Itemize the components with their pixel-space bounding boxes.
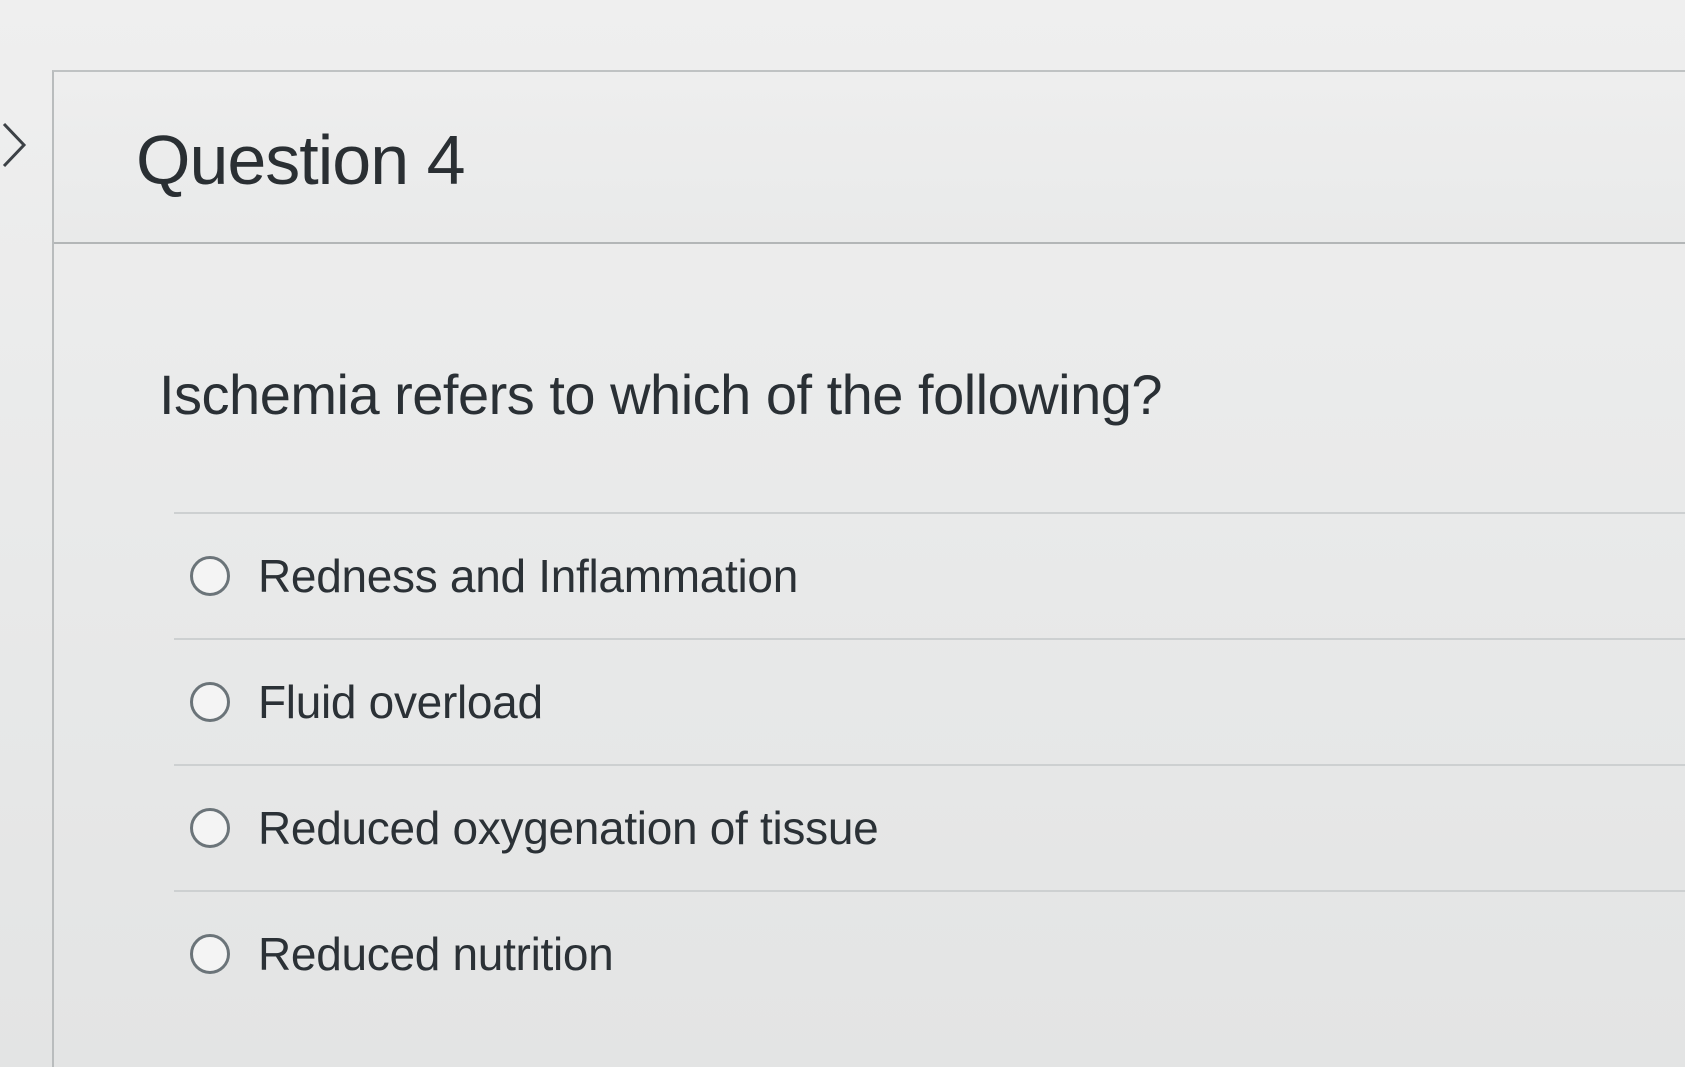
answer-option-1[interactable]: Redness and Inflammation xyxy=(174,512,1685,638)
answer-option-4[interactable]: Reduced nutrition xyxy=(174,890,1685,1016)
radio-button-icon[interactable] xyxy=(190,556,230,596)
answer-label: Reduced nutrition xyxy=(258,928,614,980)
radio-button-icon[interactable] xyxy=(190,808,230,848)
answer-label: Fluid overload xyxy=(258,676,543,728)
answer-label: Reduced oxygenation of tissue xyxy=(258,802,879,854)
question-text: Ischemia refers to which of the followin… xyxy=(159,363,1163,426)
answer-option-2[interactable]: Fluid overload xyxy=(174,638,1685,764)
chevron-right-icon[interactable] xyxy=(0,120,28,170)
question-card: Question 4 Ischemia refers to which of t… xyxy=(52,70,1685,1067)
answer-option-3[interactable]: Reduced oxygenation of tissue xyxy=(174,764,1685,890)
answer-list: Redness and Inflammation Fluid overload … xyxy=(174,512,1685,1016)
answer-label: Redness and Inflammation xyxy=(258,550,798,602)
question-title: Question 4 xyxy=(136,121,466,199)
screen: Question 4 Ischemia refers to which of t… xyxy=(0,0,1685,1067)
question-header: Question 4 xyxy=(54,72,1685,244)
radio-button-icon[interactable] xyxy=(190,934,230,974)
radio-button-icon[interactable] xyxy=(190,682,230,722)
